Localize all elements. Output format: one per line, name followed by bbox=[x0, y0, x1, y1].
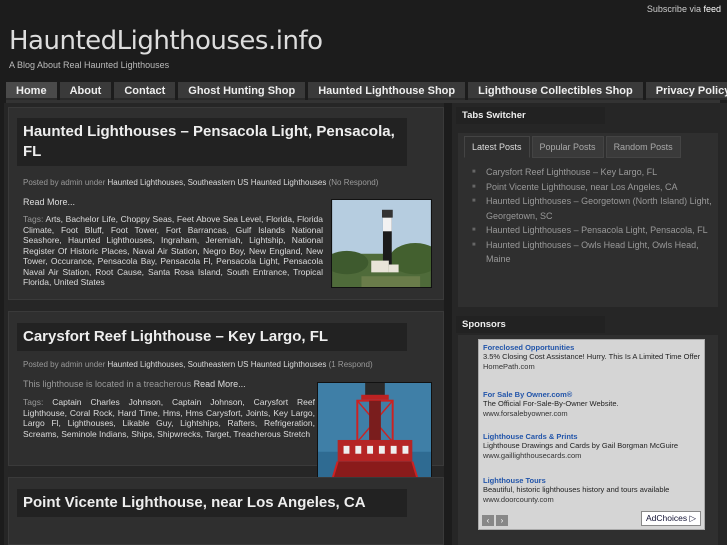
ad-body: Beautiful, historic lighthouses history … bbox=[483, 485, 670, 494]
post-point-vicente: Point Vicente Lighthouse, near Los Angel… bbox=[8, 477, 444, 545]
post-categories[interactable]: Haunted Lighthouses, Southeastern US Hau… bbox=[108, 178, 327, 187]
sidebar: Tabs Switcher Latest Posts Popular Posts… bbox=[452, 103, 727, 545]
ad-item[interactable]: Lighthouse Tours Beautiful, historic lig… bbox=[483, 476, 705, 504]
nav-ghost-hunting-shop[interactable]: Ghost Hunting Shop bbox=[178, 82, 306, 100]
sponsors-title: Sponsors bbox=[456, 316, 605, 333]
post-categories[interactable]: Haunted Lighthouses, Southeastern US Hau… bbox=[108, 360, 327, 369]
ad-headline[interactable]: Foreclosed Opportunities bbox=[483, 343, 705, 352]
list-item[interactable]: Haunted Lighthouses – Georgetown (North … bbox=[472, 194, 712, 223]
tabs-switcher-title: Tabs Switcher bbox=[456, 107, 605, 124]
post-tags: Tags: Arts, Bachelor Life, Choppy Seas, … bbox=[23, 214, 323, 288]
ad-url[interactable]: www.forsalebyowner.com bbox=[483, 409, 705, 418]
post-meta-prefix: Posted by admin under bbox=[23, 178, 106, 187]
ad-headline[interactable]: Lighthouse Cards & Prints bbox=[483, 432, 705, 441]
post-pensacola: Haunted Lighthouses – Pensacola Light, P… bbox=[8, 107, 444, 300]
adchoices-link[interactable]: AdChoices ▷ bbox=[640, 511, 701, 526]
ad-url[interactable]: HomePath.com bbox=[483, 362, 705, 371]
chevron-left-icon[interactable]: ‹ bbox=[482, 515, 494, 526]
list-item[interactable]: Carysfort Reef Lighthouse – Key Largo, F… bbox=[472, 165, 712, 180]
ad-body: 3.5% Closing Cost Assistance! Hurry. Thi… bbox=[483, 352, 701, 361]
tab-latest-posts[interactable]: Latest Posts bbox=[464, 136, 530, 158]
list-item[interactable]: Haunted Lighthouses – Owls Head Light, O… bbox=[472, 238, 712, 267]
post-title[interactable]: Carysfort Reef Lighthouse – Key Largo, F… bbox=[23, 327, 401, 347]
read-more-link[interactable]: Read More... bbox=[194, 379, 246, 389]
post-meta-prefix: Posted by admin under bbox=[23, 360, 106, 369]
sponsors-widget: Foreclosed Opportunities 3.5% Closing Co… bbox=[458, 335, 718, 545]
nav-privacy-policy[interactable]: Privacy Policy bbox=[645, 82, 727, 100]
ad-item[interactable]: For Sale By Owner.com® The Official For-… bbox=[483, 390, 705, 418]
post-tags: Tags: Captain Charles Johnson, Captain J… bbox=[23, 397, 315, 439]
tab-random-posts[interactable]: Random Posts bbox=[605, 136, 681, 158]
post-responses[interactable]: (1 Respond) bbox=[329, 360, 373, 369]
tab-popular-posts[interactable]: Popular Posts bbox=[531, 136, 604, 158]
tags-label: Tags: bbox=[23, 397, 44, 407]
nav-lighthouse-collectibles-shop[interactable]: Lighthouse Collectibles Shop bbox=[468, 82, 643, 100]
post-meta: Posted by admin under Haunted Lighthouse… bbox=[23, 178, 378, 187]
nav-about[interactable]: About bbox=[59, 82, 112, 100]
main-content: Haunted Lighthouses – Pensacola Light, P… bbox=[4, 103, 444, 545]
post-meta: Posted by admin under Haunted Lighthouse… bbox=[23, 360, 373, 369]
ad-unit: Foreclosed Opportunities 3.5% Closing Co… bbox=[478, 339, 705, 530]
ad-navigation: ‹ › bbox=[482, 515, 508, 526]
post-title-bar: Haunted Lighthouses – Pensacola Light, P… bbox=[17, 118, 407, 166]
nav-haunted-lighthouse-shop[interactable]: Haunted Lighthouse Shop bbox=[308, 82, 466, 100]
post-responses[interactable]: (No Respond) bbox=[329, 178, 379, 187]
tags-label: Tags: bbox=[23, 214, 44, 224]
list-item[interactable]: Point Vicente Lighthouse, near Los Angel… bbox=[472, 180, 712, 195]
tabs-switcher-widget: Latest Posts Popular Posts Random Posts … bbox=[458, 133, 718, 307]
post-title-bar: Carysfort Reef Lighthouse – Key Largo, F… bbox=[17, 323, 407, 351]
ad-body: The Official For-Sale-By-Owner Website. bbox=[483, 399, 619, 408]
site-tagline: A Blog About Real Haunted Lighthouses bbox=[9, 60, 170, 70]
latest-posts-list: Carysfort Reef Lighthouse – Key Largo, F… bbox=[472, 165, 712, 267]
list-item[interactable]: Haunted Lighthouses – Pensacola Light, P… bbox=[472, 223, 712, 238]
ad-url[interactable]: www.gaillighthousecards.com bbox=[483, 451, 705, 460]
pensacola-lighthouse-image[interactable] bbox=[331, 199, 432, 288]
excerpt-text: This lighthouse is located in a treacher… bbox=[23, 379, 192, 389]
post-title[interactable]: Point Vicente Lighthouse, near Los Angel… bbox=[23, 493, 401, 513]
ad-headline[interactable]: Lighthouse Tours bbox=[483, 476, 705, 485]
post-carysfort: Carysfort Reef Lighthouse – Key Largo, F… bbox=[8, 311, 444, 495]
main-nav: Home About Contact Ghost Hunting Shop Ha… bbox=[6, 82, 727, 102]
site-title[interactable]: HauntedLighthouses.info bbox=[9, 26, 323, 56]
subscribe-bar: Subscribe via feed bbox=[647, 4, 721, 14]
read-more-link[interactable]: Read More... bbox=[23, 197, 75, 207]
ad-url[interactable]: www.doorcounty.com bbox=[483, 495, 705, 504]
tags-list[interactable]: Captain Charles Johnson, Captain Johnson… bbox=[23, 397, 315, 439]
nav-home[interactable]: Home bbox=[6, 82, 57, 100]
ad-item[interactable]: Lighthouse Cards & Prints Lighthouse Dra… bbox=[483, 432, 705, 460]
subscribe-text: Subscribe via bbox=[646, 4, 701, 14]
tags-list[interactable]: Arts, Bachelor Life, Choppy Seas, Feet A… bbox=[23, 214, 323, 287]
post-excerpt: This lighthouse is located in a treacher… bbox=[23, 379, 246, 389]
tab-bar: Latest Posts Popular Posts Random Posts bbox=[464, 136, 681, 158]
feed-link[interactable]: feed bbox=[703, 4, 721, 14]
nav-contact[interactable]: Contact bbox=[114, 82, 176, 100]
chevron-right-icon[interactable]: › bbox=[496, 515, 508, 526]
post-title[interactable]: Haunted Lighthouses – Pensacola Light, P… bbox=[23, 122, 401, 162]
ad-item[interactable]: Foreclosed Opportunities 3.5% Closing Co… bbox=[483, 343, 705, 371]
ad-headline[interactable]: For Sale By Owner.com® bbox=[483, 390, 705, 399]
post-title-bar: Point Vicente Lighthouse, near Los Angel… bbox=[17, 489, 407, 517]
ad-body: Lighthouse Drawings and Cards by Gail Bo… bbox=[483, 441, 679, 450]
